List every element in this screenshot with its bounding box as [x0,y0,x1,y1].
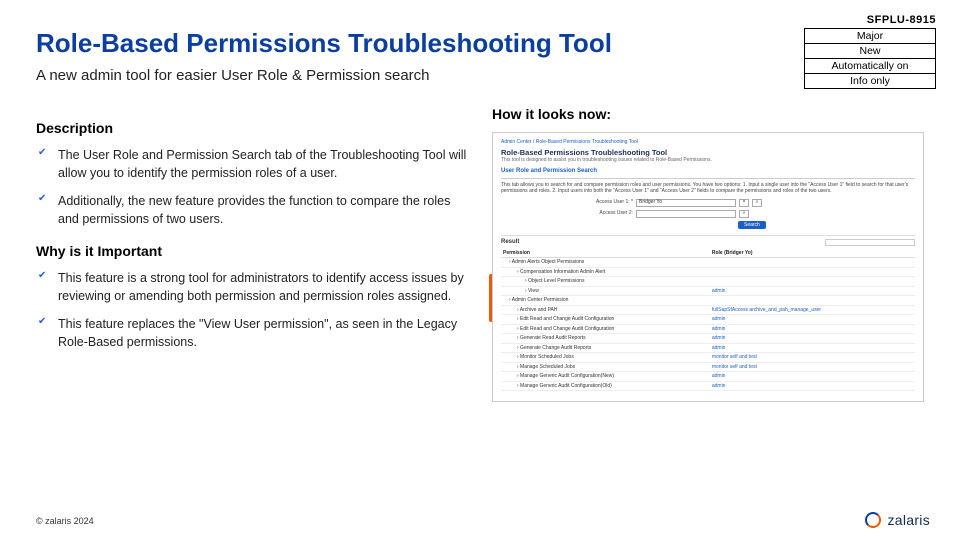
mock-row: › Object Level Permissions [501,277,915,287]
mock-user2-input [636,210,736,218]
right-column: How it looks now: Admin Center / Role-Ba… [492,106,924,402]
mock-row: › Compensation Information Admin Alert [501,267,915,277]
description-bullet: The User Role and Permission Search tab … [36,146,468,182]
mock-perm-cell: › Generate Read Audit Reports [501,334,710,344]
info-row: Info only [805,74,936,89]
mock-user1-label: Access User 1: * [591,199,633,206]
description-heading: Description [36,120,468,136]
mock-perm-cell: › Archive and PAH [501,305,710,315]
mock-search-icon: ⌕ [739,210,749,218]
mock-perm-cell: › Admin Center Permission [501,296,710,306]
mock-perm-cell: › Monitor Scheduled Jobs [501,353,710,363]
mock-role-cell: monitor self and test [710,353,915,363]
mock-perm-cell: › Manage Scheduled Jobs [501,362,710,372]
mock-row: › Archive and PAHfullSapSfAccess archive… [501,305,915,315]
mock-row: › Admin Center Permission [501,296,915,306]
mock-perm-cell: › Manage Generic Audit Configuration(Old… [501,381,710,391]
copyright: © zalaris 2024 [36,516,94,526]
mock-subtitle: This tool is designed to assist you in t… [501,157,915,164]
mock-role-cell: monitor self and test [710,362,915,372]
mock-perm-cell: › Edit Read and Change Audit Configurati… [501,324,710,334]
mock-clear-icon: × [739,199,749,207]
info-row: New [805,44,936,59]
mock-perm-cell: › Compensation Information Admin Alert [501,267,710,277]
mock-perm-cell: › Object Level Permissions [501,277,710,287]
mock-intro: This tab allows you to search for and co… [501,182,915,195]
mock-perm-cell: › Edit Read and Change Audit Configurati… [501,315,710,325]
mock-user2-label: Access User 2: [591,210,633,217]
mock-perm-cell: › Manage Generic Audit Configuration(New… [501,372,710,382]
mock-role-cell: admin [710,343,915,353]
preview-heading: How it looks now: [492,106,924,122]
mock-perm-cell: › Admin Alerts Object Permissions [501,258,710,268]
mock-perm-cell: › View [501,286,710,296]
mock-role-cell: admin [710,286,915,296]
mock-col-permission: Permission [501,249,710,258]
description-bullet: Additionally, the new feature provides t… [36,192,468,228]
mock-role-cell: fullSapSfAccess archive_and_pah_manage_u… [710,305,915,315]
mock-row: › Manage Scheduled Jobsmonitor self and … [501,362,915,372]
mock-row: › Edit Read and Change Audit Configurati… [501,324,915,334]
page-title: Role-Based Permissions Troubleshooting T… [36,28,924,59]
info-box: SFPLU-8915 Major New Automatically on In… [804,14,936,89]
mock-role-cell [710,296,915,306]
logo-icon [865,512,881,528]
mock-row: › Edit Read and Change Audit Configurati… [501,315,915,325]
info-table: Major New Automatically on Info only [804,28,936,89]
mock-breadcrumb: Admin Center / Role-Based Permissions Tr… [501,139,915,146]
brand-logo: zalaris [865,512,930,528]
importance-list: This feature is a strong tool for admini… [36,269,468,352]
mock-row: › Admin Alerts Object Permissions [501,258,915,268]
mock-role-cell [710,267,915,277]
mock-row: › Manage Generic Audit Configuration(New… [501,372,915,382]
importance-bullet: This feature is a strong tool for admini… [36,269,468,305]
mock-role-cell [710,258,915,268]
mock-row: › Generate Read Audit Reportsadmin [501,334,915,344]
info-row: Automatically on [805,59,936,74]
mock-row: › Generate Change Audit Reportsadmin [501,343,915,353]
mock-search-icon: ⌕ [752,199,762,207]
logo-text: zalaris [887,512,930,528]
mock-row: › Monitor Scheduled Jobsmonitor self and… [501,353,915,363]
mock-row: › Manage Generic Audit Configuration(Old… [501,381,915,391]
mock-perm-cell: › Generate Change Audit Reports [501,343,710,353]
mock-row: › Viewadmin [501,286,915,296]
info-row: Major [805,29,936,44]
mock-role-cell [710,277,915,287]
mock-search-button: Search [738,221,766,230]
mock-inputs: Access User 1: * Bridger Yo × ⌕ Access U… [591,199,915,230]
mock-title: Role-Based Permissions Troubleshooting T… [501,148,915,158]
mock-role-cell: admin [710,334,915,344]
mock-role-cell: admin [710,324,915,334]
importance-bullet: This feature replaces the "View User per… [36,315,468,351]
mock-tab: User Role and Permission Search [501,168,915,179]
info-id: SFPLU-8915 [804,14,936,26]
importance-heading: Why is it Important [36,243,468,259]
mock-role-cell: admin [710,315,915,325]
mock-role-cell: admin [710,381,915,391]
mock-col-role: Role (Bridger Yo) [710,249,915,258]
mock-result-table: Permission Role (Bridger Yo) › Admin Ale… [501,249,915,392]
mock-result-search [825,239,915,246]
mock-role-cell: admin [710,372,915,382]
description-list: The User Role and Permission Search tab … [36,146,468,229]
page-subtitle: A new admin tool for easier User Role & … [36,67,924,84]
left-column: Description The User Role and Permission… [36,106,468,402]
screenshot-preview: Admin Center / Role-Based Permissions Tr… [492,132,924,402]
mock-user1-input: Bridger Yo [636,199,736,207]
